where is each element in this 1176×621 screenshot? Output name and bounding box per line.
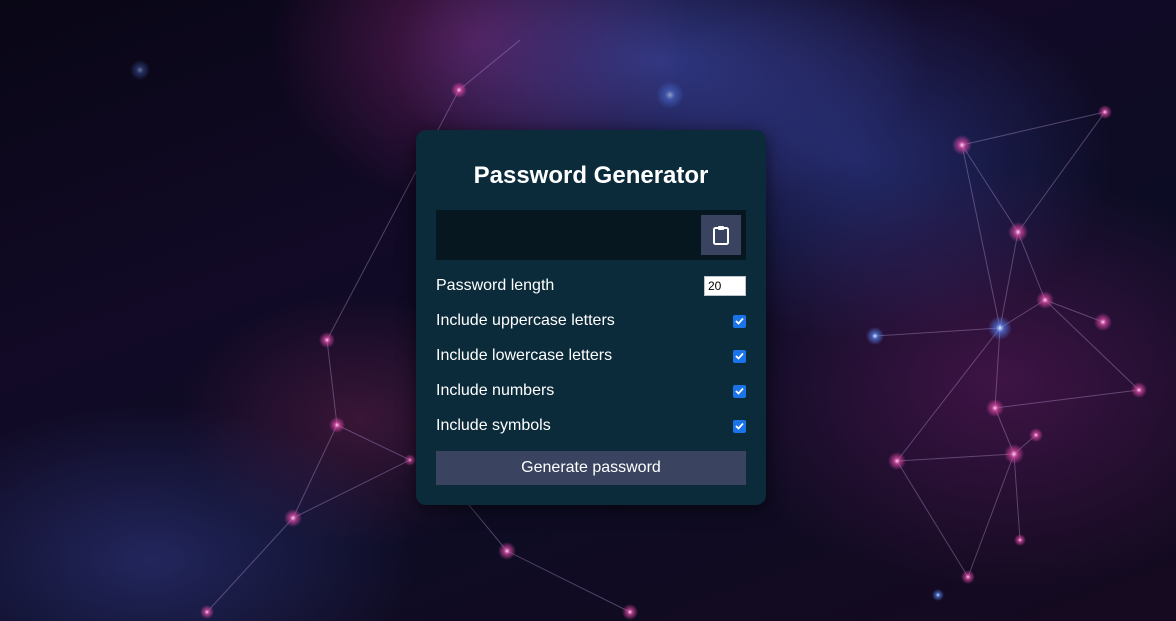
setting-uppercase: Include uppercase letters [436, 309, 746, 333]
numbers-label: Include numbers [436, 382, 555, 399]
lowercase-checkbox[interactable] [733, 349, 746, 363]
generate-password-button[interactable]: Generate password [436, 451, 746, 485]
checkmark-icon [735, 387, 744, 395]
page-title: Password Generator [473, 162, 709, 189]
password-length-input[interactable] [704, 276, 746, 296]
password-length-label: Password length [436, 277, 555, 294]
clipboard-icon [713, 226, 729, 245]
password-generator-card: Password Generator Password length Inclu… [416, 130, 766, 505]
setting-symbols: Include symbols [436, 414, 746, 438]
uppercase-label: Include uppercase letters [436, 312, 615, 329]
symbols-checkbox[interactable] [733, 419, 746, 433]
lowercase-label: Include lowercase letters [436, 347, 613, 364]
checkmark-icon [735, 422, 744, 430]
checkmark-icon [735, 317, 744, 325]
setting-lowercase: Include lowercase letters [436, 344, 746, 368]
setting-numbers: Include numbers [436, 379, 746, 403]
copy-to-clipboard-button[interactable] [701, 215, 741, 255]
uppercase-checkbox[interactable] [733, 314, 746, 328]
numbers-checkbox[interactable] [733, 384, 746, 398]
password-result-box [436, 210, 746, 260]
setting-password-length: Password length [436, 274, 746, 298]
checkmark-icon [735, 352, 744, 360]
symbols-label: Include symbols [436, 417, 551, 434]
